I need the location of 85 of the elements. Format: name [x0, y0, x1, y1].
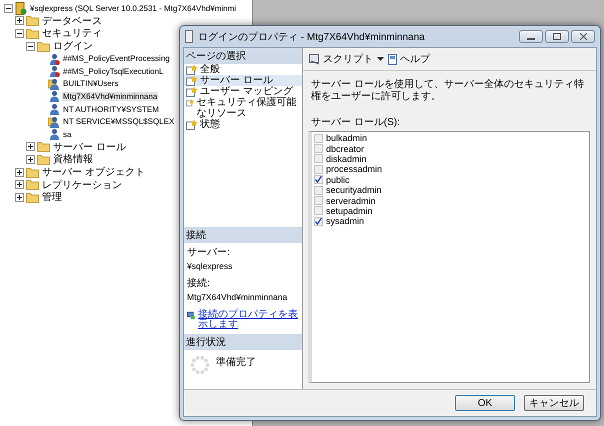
minimize-button[interactable]: [519, 30, 543, 43]
close-button[interactable]: [571, 30, 595, 43]
server-icon: [15, 2, 27, 15]
check-icon: [315, 176, 322, 184]
expand-icon[interactable]: [15, 192, 24, 202]
folder-icon: [37, 154, 50, 165]
checkbox[interactable]: [314, 216, 323, 226]
tree-item[interactable]: NT SERVICE¥MSSQL$SQLEX: [62, 117, 176, 126]
user-icon: [48, 65, 60, 78]
tree-item[interactable]: BUILTIN¥Users: [62, 79, 120, 88]
dropdown-icon[interactable]: [377, 56, 384, 62]
script-icon: [309, 54, 321, 64]
section-header: 接続: [184, 227, 302, 243]
folder-icon: [26, 166, 39, 178]
section-header: 進行状況: [184, 334, 302, 350]
role-name: diskadmin: [326, 154, 367, 164]
section-header: ページの選択: [184, 48, 302, 64]
role-name: public: [326, 174, 350, 185]
page-item[interactable]: 状態: [184, 119, 302, 130]
tree-item[interactable]: 資格情報: [52, 152, 94, 166]
folder-icon: [26, 192, 39, 203]
role-name: bulkadmin: [326, 133, 368, 144]
maximize-icon: [553, 33, 561, 40]
role-name: serveradmin: [326, 196, 376, 206]
folder-icon: [37, 141, 50, 152]
script-button[interactable]: スクリプト: [309, 52, 373, 66]
expand-icon[interactable]: [15, 168, 24, 177]
tree-item[interactable]: ##MS_PolicyTsqlExecutionL: [62, 66, 164, 76]
dialog-button[interactable]: OK: [455, 395, 515, 411]
window-title: ログインのプロパティ - Mtg7X64Vhd¥minminnana: [198, 30, 426, 44]
document-icon: [185, 30, 193, 43]
checkbox[interactable]: [314, 175, 323, 184]
tree-item[interactable]: レプリケーション: [41, 178, 123, 192]
role-name: sysadmin: [326, 216, 364, 226]
roles-label: サーバー ロール(S):: [310, 116, 401, 130]
expand-icon[interactable]: [15, 16, 24, 26]
description-text: サーバー ロールを使用して、サーバー全体のセキュリティ特権をユーザーに許可します。: [310, 78, 585, 104]
expand-icon[interactable]: [26, 154, 35, 164]
tree-item[interactable]: sa: [62, 130, 72, 139]
user-group-icon: [48, 78, 60, 90]
page-item[interactable]: ユーザー マッピング: [184, 86, 302, 97]
tree-item[interactable]: Mtg7X64Vhd¥minminnana: [62, 92, 158, 101]
server-value: ¥sqlexpress: [187, 260, 234, 272]
role-name: setupadmin: [326, 206, 373, 216]
check-icon: [315, 218, 322, 225]
tree-item[interactable]: ##MS_PolicyEventProcessing: [62, 54, 171, 64]
collapse-icon[interactable]: [15, 28, 24, 38]
role-name: securityadmin: [326, 185, 382, 196]
tree-item[interactable]: データベース: [41, 14, 103, 28]
tree-item[interactable]: NT AUTHORITY¥SYSTEM: [62, 104, 160, 114]
tree-item[interactable]: サーバー オブジェクト: [41, 165, 146, 180]
folder-icon: [26, 28, 39, 39]
tree-item[interactable]: サーバー ロール: [52, 140, 127, 154]
spinner-icon: [190, 355, 210, 375]
maximize-button[interactable]: [545, 30, 569, 43]
collapse-icon[interactable]: [4, 4, 13, 13]
role-name: dbcreator: [326, 144, 364, 154]
folder-icon: [26, 15, 39, 26]
connection-value: Mtg7X64Vhd¥minminnana: [187, 291, 288, 303]
status-text: 準備完了: [216, 356, 256, 370]
help-icon: [388, 54, 398, 64]
page-item[interactable]: セキュリティ保護可能なリソース: [184, 97, 302, 119]
help-button[interactable]: ヘルプ: [388, 52, 430, 66]
user-icon: [48, 128, 60, 140]
page-item[interactable]: サーバー ロール: [184, 75, 302, 86]
close-icon: [580, 33, 586, 40]
expand-icon[interactable]: [26, 142, 35, 152]
tree-item[interactable]: ログイン: [52, 39, 94, 54]
folder-icon: [37, 40, 50, 52]
user-icon: [48, 90, 60, 102]
connection-icon: [187, 310, 196, 321]
connection-label: 接続:: [187, 278, 211, 290]
folder-icon: [26, 179, 39, 190]
dialog-button[interactable]: キャンセル: [524, 395, 584, 411]
collapse-icon[interactable]: [26, 42, 35, 51]
tree-item[interactable]: ¥sqlexpress (SQL Server 10.0.2531 - Mtg7X64Vhd¥minmi: [29, 4, 238, 13]
tree-item[interactable]: セキュリティ: [41, 26, 103, 40]
expand-icon[interactable]: [15, 180, 24, 190]
user-icon: [48, 103, 60, 116]
server-label: サーバー:: [187, 247, 231, 259]
role-name: processadmin: [326, 164, 382, 174]
user-icon: [48, 52, 60, 65]
tree-item[interactable]: 管理: [41, 190, 63, 204]
user-group-icon: [48, 116, 60, 128]
page-item[interactable]: 全般: [184, 64, 302, 75]
